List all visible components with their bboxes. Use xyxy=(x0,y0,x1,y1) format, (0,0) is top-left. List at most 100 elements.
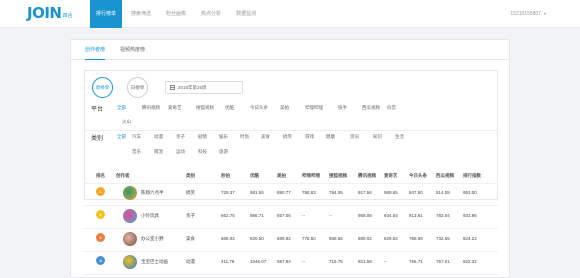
category-option[interactable]: 知识 xyxy=(373,134,382,140)
category-option[interactable]: 萌宠 xyxy=(154,149,163,155)
score-cell: 814.08 xyxy=(436,190,450,195)
creator-name[interactable]: 宝宝巴士动画 xyxy=(141,259,168,265)
index-header[interactable]: 排行指数 xyxy=(463,173,481,179)
category-option[interactable]: 运动 xyxy=(176,149,185,155)
score-cell: 768.99 xyxy=(409,236,423,241)
platform-option[interactable]: 腾讯视频 xyxy=(142,105,160,111)
nav-fans-profile[interactable]: 粉丝画像 xyxy=(160,0,192,28)
user-menu[interactable]: 15210155807 ▾ xyxy=(510,0,546,28)
platform-option[interactable]: 爱奇艺 xyxy=(168,105,182,111)
category-option[interactable]: 音乐 xyxy=(132,149,141,155)
nav-ranking[interactable]: 排行榜单 xyxy=(90,0,123,28)
score-cell: 666.02 xyxy=(221,236,235,241)
nav-search[interactable]: 搜索筛选 xyxy=(125,0,157,28)
score-cell: -- xyxy=(384,259,387,264)
category-option[interactable]: 时尚 xyxy=(240,134,249,140)
score-cell: -- xyxy=(302,213,305,218)
tab-creator-ranking[interactable]: 创作者榜 xyxy=(85,40,106,60)
platform-option[interactable]: 全部 xyxy=(117,105,126,111)
meipai-header[interactable]: 美拍 xyxy=(277,173,286,179)
category-option[interactable]: 动漫 xyxy=(154,134,163,140)
platform-option[interactable]: 优酷 xyxy=(225,105,234,111)
youku-header[interactable]: 优酷 xyxy=(250,173,259,179)
platform-option[interactable]: 今日头条 xyxy=(250,105,268,111)
score-cell: 981.55 xyxy=(250,190,264,195)
score-cell: 782.04 xyxy=(436,213,450,218)
category-option[interactable]: 资讯 xyxy=(350,134,359,140)
category-option[interactable]: 娱乐 xyxy=(219,134,228,140)
week-ranking-button[interactable]: 周榜单 xyxy=(92,77,113,98)
chevron-down-icon: ▾ xyxy=(543,11,546,16)
toutiao-header[interactable]: 今日头条 xyxy=(409,173,427,179)
score-cell: 820.50 xyxy=(250,236,264,241)
row-divider xyxy=(84,274,498,275)
score-cell: 829.54 xyxy=(384,236,398,241)
category-option[interactable]: 游戏 xyxy=(305,134,314,140)
score-cell: 922.32 xyxy=(463,259,477,264)
score-cell: 917.56 xyxy=(358,190,372,195)
platform-option[interactable]: 火山 xyxy=(122,119,131,125)
score-cell: 767.01 xyxy=(436,259,450,264)
tencent-header[interactable]: 腾讯视频 xyxy=(358,173,376,179)
platform-option[interactable]: 快手 xyxy=(338,105,347,111)
creator-avatar[interactable] xyxy=(123,186,137,200)
category-option[interactable]: 健康 xyxy=(326,134,335,140)
week-date-picker[interactable]: 2018年第25周 xyxy=(165,81,243,94)
iqiyi-header[interactable]: 爱奇艺 xyxy=(384,173,398,179)
score-cell: 813.61 xyxy=(409,213,423,218)
score-cell: 732.65 xyxy=(436,236,450,241)
category-option[interactable]: 美食 xyxy=(261,134,270,140)
score-cell: 587.84 xyxy=(277,259,291,264)
join-logo[interactable]: JOIN 四合 xyxy=(27,6,72,21)
platform-label: 平台 xyxy=(91,107,104,113)
platform-option[interactable]: 美拍 xyxy=(280,105,289,111)
tab-video-hot-ranking[interactable]: 视频热度榜 xyxy=(120,40,145,60)
nav-data-monitor[interactable]: 数据监测 xyxy=(230,0,262,28)
creator-category: 搞笑 xyxy=(186,190,195,195)
creator-name[interactable]: 小伶玩具 xyxy=(141,213,159,219)
rank-header[interactable]: 排名 xyxy=(96,173,105,179)
creator-name[interactable]: 办公室小野 xyxy=(141,236,164,242)
platform-option[interactable]: 西瓜视频 xyxy=(362,105,380,111)
bilibili-header[interactable]: 哔哩哔哩 xyxy=(302,173,320,179)
category-option[interactable]: 搞笑 xyxy=(283,134,292,140)
score-cell: 847.50 xyxy=(409,190,423,195)
category-header[interactable]: 类别 xyxy=(186,173,195,179)
platform-option[interactable]: 搜狐视频 xyxy=(196,105,214,111)
table-header-divider xyxy=(84,183,498,184)
creator-avatar[interactable] xyxy=(123,255,137,269)
platform-option[interactable]: 哔哩哔哩 xyxy=(305,105,323,111)
score-cell: 889.02 xyxy=(358,236,372,241)
creator-name[interactable]: 陈翔六点半 xyxy=(141,190,164,196)
category-label: 类别 xyxy=(91,136,104,142)
rank-badge: 1 xyxy=(96,187,105,196)
category-option[interactable]: 全部 xyxy=(117,134,126,140)
miaopai-header[interactable]: 秒拍 xyxy=(221,173,230,179)
category-option[interactable]: 亲子 xyxy=(176,134,185,140)
category-option[interactable]: 旅游 xyxy=(219,149,228,155)
creator-avatar[interactable] xyxy=(123,232,137,246)
nav-hot-analysis[interactable]: 热点分析 xyxy=(195,0,227,28)
score-cell: 899.82 xyxy=(277,236,291,241)
rank-badge: 2 xyxy=(96,210,105,219)
ranking-card: 创作者榜 视频热度榜 周榜单 日榜单 2018年第25周 平台 全部 腾讯视频 爱奇… xyxy=(70,39,511,278)
creator-avatar[interactable] xyxy=(123,209,137,223)
rank-badge: 4 xyxy=(96,256,105,265)
score-cell: -- xyxy=(302,259,305,264)
score-cell: 924.22 xyxy=(463,236,477,241)
score-cell: 856.65 xyxy=(329,236,343,241)
sohu-header[interactable]: 搜狐视频 xyxy=(329,173,347,179)
score-cell: 921.58 xyxy=(358,259,372,264)
score-cell: 662.75 xyxy=(221,213,235,218)
category-option[interactable]: 科技 xyxy=(198,149,207,155)
category-option[interactable]: 汽车 xyxy=(132,134,141,140)
row-divider xyxy=(84,228,498,229)
category-option[interactable]: 生活 xyxy=(395,134,404,140)
xigua-header[interactable]: 西瓜视频 xyxy=(436,173,454,179)
creator-category: 亲子 xyxy=(186,213,195,218)
creator-header[interactable]: 创作者 xyxy=(116,173,130,179)
day-ranking-button[interactable]: 日榜单 xyxy=(127,77,148,98)
platform-option[interactable]: 抖音 xyxy=(387,105,396,111)
category-option[interactable]: 剧情 xyxy=(198,134,207,140)
score-cell: -- xyxy=(329,213,332,218)
